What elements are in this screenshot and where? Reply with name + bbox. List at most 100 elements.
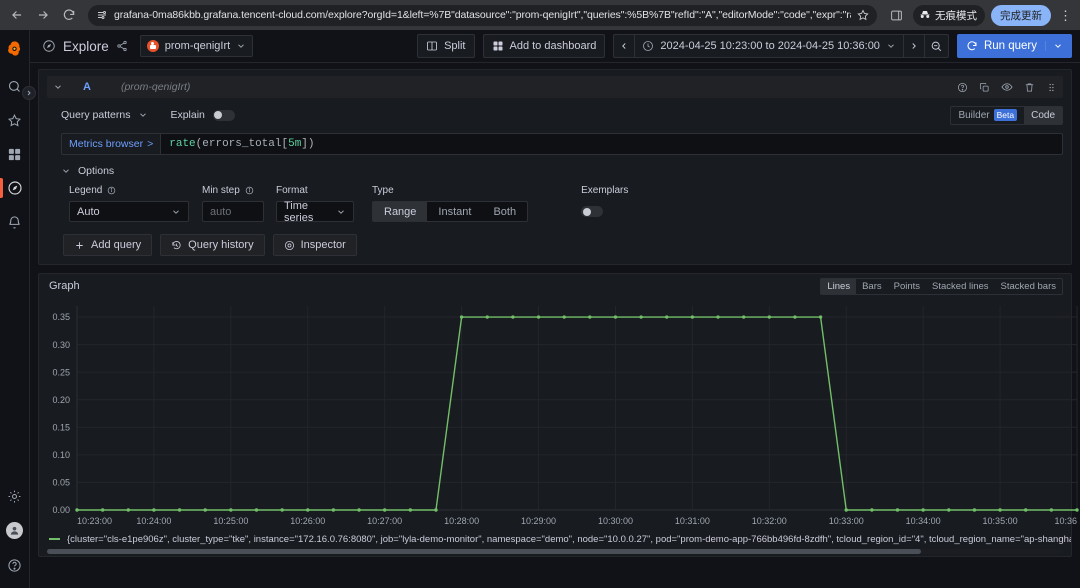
- viz-option-lines[interactable]: Lines: [821, 278, 857, 294]
- timeseries-svg[interactable]: 0.00 0.05 0.10 0.15 0.20 0.25 0.30 0.35 10:23:00…: [39, 298, 1080, 530]
- explain-toggle[interactable]: Explain: [170, 109, 235, 121]
- series-point: [408, 508, 413, 512]
- x-axis-tick: 10:27:00: [367, 516, 402, 526]
- query-help-icon[interactable]: [957, 82, 968, 93]
- explore-body: A (prom-qenigIrt) Query patterns Explain…: [30, 63, 1080, 588]
- avatar[interactable]: [6, 522, 23, 539]
- site-settings-icon[interactable]: [96, 9, 108, 21]
- sidebar-item-administration[interactable]: [0, 479, 30, 513]
- add-to-dashboard-button[interactable]: Add to dashboard: [482, 34, 606, 58]
- datasource-picker[interactable]: prom-qenigIrt: [139, 35, 254, 57]
- apps-grid-icon: [492, 40, 504, 52]
- type-option-both[interactable]: Both: [482, 202, 527, 221]
- duplicate-query-icon[interactable]: [979, 82, 990, 93]
- viz-type-segmented-control: Lines Bars Points Stacked lines Stacked …: [820, 277, 1063, 295]
- series-point: [921, 508, 925, 512]
- drag-handle-icon[interactable]: [1046, 82, 1057, 93]
- minstep-label: Min step: [202, 185, 240, 196]
- horizontal-scrollbar[interactable]: [47, 549, 1063, 554]
- incognito-icon: [919, 9, 931, 21]
- share-icon[interactable]: [116, 40, 128, 52]
- grafana-logo[interactable]: [6, 40, 23, 57]
- info-circle-icon[interactable]: [245, 186, 254, 195]
- explore-icon: [7, 180, 23, 196]
- type-option-range[interactable]: Range: [373, 202, 428, 221]
- series-point: [459, 315, 464, 319]
- remove-query-icon[interactable]: [1024, 82, 1035, 93]
- viz-option-bars[interactable]: Bars: [856, 279, 888, 294]
- x-axis-tick: 10:24:00: [136, 516, 171, 526]
- series-point: [1049, 508, 1054, 512]
- minstep-input[interactable]: auto: [202, 201, 264, 222]
- legend-color-swatch[interactable]: [49, 538, 60, 540]
- hide-response-icon[interactable]: [1001, 81, 1013, 93]
- series-point: [716, 315, 720, 319]
- address-bar[interactable]: grafana-0ma86kbb.grafana.tencent-cloud.c…: [88, 4, 877, 26]
- viz-option-stacked-lines[interactable]: Stacked lines: [926, 279, 995, 294]
- series-point: [613, 315, 618, 319]
- format-select[interactable]: Time series: [276, 200, 354, 224]
- info-circle-icon[interactable]: [107, 186, 116, 195]
- legend-select[interactable]: Auto: [69, 201, 189, 222]
- compass-icon: [42, 39, 56, 53]
- graph-plot-area[interactable]: 0.00 0.05 0.10 0.15 0.20 0.25 0.30 0.35 10:23:00…: [39, 298, 1079, 530]
- side-panel-icon[interactable]: [885, 4, 907, 26]
- series-point: [306, 508, 310, 512]
- metrics-browser-button[interactable]: Metrics browser >: [61, 133, 161, 155]
- explain-switch[interactable]: [212, 109, 235, 121]
- reload-icon[interactable]: [58, 4, 80, 26]
- series-point: [741, 315, 746, 319]
- chevron-down-icon: [61, 166, 71, 176]
- series-point: [536, 315, 541, 319]
- graph-legend: {cluster="cls-e1pe906z", cluster_type="t…: [39, 530, 1071, 546]
- options-header[interactable]: Options: [61, 165, 1063, 177]
- query-history-button[interactable]: Query history: [160, 234, 265, 256]
- query-row-header: A (prom-qenigIrt): [47, 76, 1063, 98]
- time-shift-back-button[interactable]: [614, 35, 634, 57]
- editor-mode-code[interactable]: Code: [1024, 106, 1062, 124]
- run-query-caret-icon[interactable]: [1045, 41, 1063, 51]
- query-ref-id[interactable]: A: [83, 81, 91, 93]
- query-editor-panel: A (prom-qenigIrt) Query patterns Explain…: [38, 69, 1072, 265]
- sidebar-item-starred[interactable]: [0, 103, 30, 137]
- editor-mode-builder[interactable]: Builder Beta: [951, 107, 1024, 124]
- type-option: Type Range Instant Both: [372, 185, 529, 222]
- series-point: [382, 508, 387, 512]
- sidebar-item-explore[interactable]: [0, 171, 30, 205]
- series-point: [793, 315, 797, 319]
- series-point: [100, 508, 105, 512]
- sidebar-item-help[interactable]: [0, 548, 30, 582]
- add-query-button[interactable]: Add query: [63, 234, 153, 256]
- inspector-button[interactable]: Inspector: [272, 234, 357, 256]
- chevron-down-icon[interactable]: [53, 82, 63, 92]
- inspector-label: Inspector: [300, 239, 346, 251]
- add-query-label: Add query: [91, 239, 142, 251]
- legend-series-label[interactable]: {cluster="cls-e1pe906z", cluster_type="t…: [67, 534, 1071, 545]
- split-button[interactable]: Split: [417, 34, 475, 58]
- forward-arrow-icon[interactable]: [32, 4, 54, 26]
- split-panes-icon: [426, 40, 438, 52]
- sidebar-item-alerting[interactable]: [0, 205, 30, 239]
- back-arrow-icon[interactable]: [6, 4, 28, 26]
- time-range-picker[interactable]: 2024-04-25 10:23:00 to 2024-04-25 10:36:…: [635, 35, 903, 57]
- star-icon[interactable]: [857, 9, 869, 21]
- time-shift-forward-button[interactable]: [904, 35, 924, 57]
- query-expression-input[interactable]: rate(errors_total[5m]): [160, 133, 1063, 155]
- type-option-instant[interactable]: Instant: [427, 202, 482, 221]
- zoom-out-icon[interactable]: [925, 35, 948, 57]
- expr-close-paren: ): [307, 138, 315, 150]
- expr-metric: errors_total: [202, 138, 282, 150]
- query-patterns-button[interactable]: Query patterns: [61, 109, 148, 121]
- series-point: [1075, 508, 1079, 512]
- run-query-button[interactable]: Run query: [956, 34, 1072, 58]
- plus-icon: [74, 240, 85, 251]
- graph-title: Graph: [49, 280, 80, 292]
- search-icon: [7, 79, 22, 94]
- incognito-indicator[interactable]: 无痕模式: [913, 4, 985, 26]
- sidebar-item-dashboards[interactable]: [0, 137, 30, 171]
- viz-option-stacked-bars[interactable]: Stacked bars: [995, 279, 1062, 294]
- viz-option-points[interactable]: Points: [888, 279, 926, 294]
- update-button[interactable]: 完成更新: [991, 4, 1051, 26]
- kebab-menu-icon[interactable]: ⋮: [1057, 9, 1074, 22]
- exemplars-switch[interactable]: [581, 206, 604, 217]
